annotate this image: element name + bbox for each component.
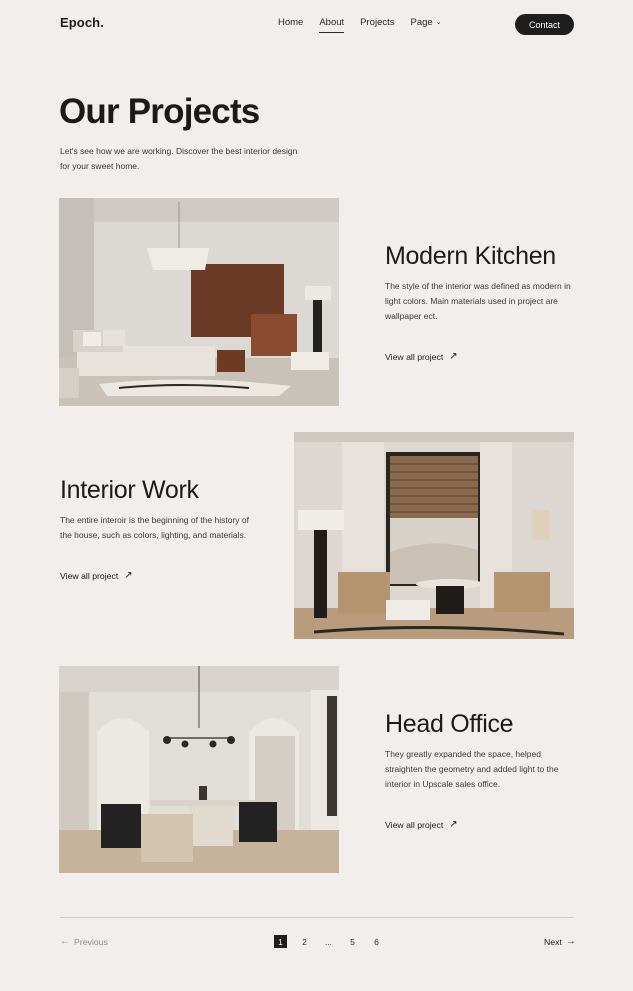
living-room-photo: [294, 432, 574, 639]
arrow-up-right-icon: ↗: [449, 351, 458, 362]
next-page-button[interactable]: Next →: [544, 936, 576, 947]
project-text-interior-work: Interior Work The entire interoir is the…: [60, 476, 260, 581]
project-description: The style of the interior was defined as…: [385, 281, 571, 321]
nav-item-label: Page: [410, 17, 433, 28]
view-project-label: View all project: [385, 820, 444, 830]
nav-item-projects[interactable]: Projects: [360, 17, 394, 28]
nav-item-label: Home: [278, 17, 304, 28]
main-nav: Home About Projects Page ⌄: [278, 17, 458, 33]
contact-button[interactable]: Contact: [515, 14, 574, 35]
project-title: Interior Work: [60, 476, 199, 504]
pagination: 1 2 ... 5 6: [274, 935, 394, 948]
next-label: Next: [544, 936, 562, 947]
dining-room-photo: [59, 666, 339, 873]
nav-item-about[interactable]: About: [319, 17, 345, 33]
bedroom-photo: [59, 198, 339, 406]
project-image-bedroom[interactable]: [59, 198, 339, 406]
view-project-label: View all project: [60, 571, 119, 581]
page-title: Our Projects: [59, 92, 260, 131]
page-button-5[interactable]: 5: [346, 935, 359, 948]
project-text-modern-kitchen: Modern Kitchen The style of the interior…: [385, 242, 585, 362]
view-project-link[interactable]: View all project ↗: [385, 819, 585, 831]
page-ellipsis: ...: [324, 936, 333, 947]
project-image-living-room[interactable]: [294, 432, 574, 639]
view-project-link[interactable]: View all project ↗: [385, 351, 585, 363]
arrow-up-right-icon: ↗: [449, 819, 458, 830]
site-logo[interactable]: Epoch.: [60, 15, 104, 30]
view-project-label: View all project: [385, 352, 444, 362]
project-image-dining-room[interactable]: [59, 666, 339, 873]
nav-item-label: Projects: [360, 17, 395, 28]
page-intro: Let's see how we are working. Discover t…: [60, 146, 298, 171]
arrow-right-icon: →: [565, 936, 576, 947]
project-description: They greatly expanded the space, helped …: [385, 749, 559, 789]
arrow-left-icon: ←: [60, 936, 70, 947]
site-header: Epoch. Home About Projects Page ⌄ Contact: [0, 0, 633, 48]
pagination-divider: [60, 917, 574, 918]
arrow-up-right-icon: ↗: [124, 570, 133, 581]
view-project-link[interactable]: View all project ↗: [60, 570, 260, 582]
previous-page-button[interactable]: ← Previous: [60, 936, 108, 947]
project-text-head-office: Head Office They greatly expanded the sp…: [385, 710, 585, 830]
previous-label: Previous: [74, 936, 108, 947]
nav-item-label: About: [319, 17, 345, 28]
page-button-6[interactable]: 6: [370, 935, 383, 948]
nav-item-home[interactable]: Home: [278, 17, 303, 28]
project-title: Modern Kitchen: [385, 242, 556, 270]
page-button-2[interactable]: 2: [298, 935, 311, 948]
nav-item-page[interactable]: Page ⌄: [411, 17, 442, 28]
project-title: Head Office: [385, 710, 514, 738]
project-description: The entire interoir is the beginning of …: [60, 515, 249, 540]
page-button-1[interactable]: 1: [274, 935, 287, 948]
chevron-down-icon: ⌄: [435, 19, 442, 26]
